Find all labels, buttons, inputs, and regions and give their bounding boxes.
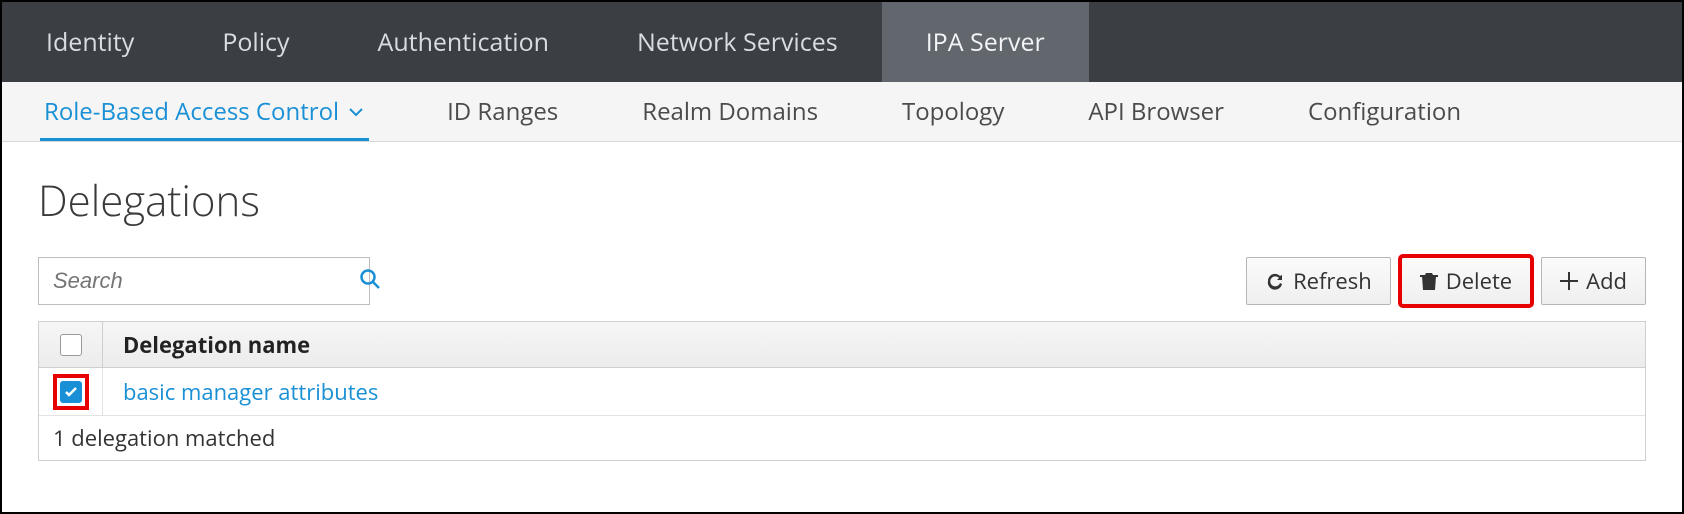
subnav-realm-domains[interactable]: Realm Domains [600,82,860,141]
table-footer: 1 delegation matched [39,416,1645,460]
search-input[interactable] [39,258,359,304]
nav-network-services[interactable]: Network Services [593,2,882,82]
row-checkbox-cell [39,368,103,415]
subnav-id-ranges[interactable]: ID Ranges [405,82,600,141]
table-row: basic manager attributes [39,368,1645,416]
delete-label: Delete [1446,266,1512,296]
plus-icon [1560,272,1578,290]
subnav-api-browser[interactable]: API Browser [1046,82,1266,141]
nav-identity[interactable]: Identity [2,2,178,82]
page-title: Delegations [38,172,1646,229]
select-all-checkbox[interactable] [60,334,82,356]
refresh-label: Refresh [1293,266,1372,296]
table-header: Delegation name [39,322,1645,368]
subnav-rbac-label: Role-Based Access Control [44,95,339,128]
refresh-icon [1265,271,1285,291]
primary-nav: Identity Policy Authentication Network S… [2,2,1682,82]
delete-button[interactable]: Delete [1401,257,1531,305]
search-icon [359,268,381,295]
refresh-button[interactable]: Refresh [1246,257,1391,305]
trash-icon [1420,271,1438,291]
delegations-table: Delegation name basic manager attributes… [38,321,1646,461]
delegation-link[interactable]: basic manager attributes [103,368,1645,415]
nav-ipa-server[interactable]: IPA Server [882,2,1089,82]
secondary-nav: Role-Based Access Control ID Ranges Real… [2,82,1682,142]
action-buttons: Refresh Delete Add [1246,257,1646,305]
subnav-rbac[interactable]: Role-Based Access Control [2,82,405,141]
add-label: Add [1586,266,1627,296]
subnav-configuration[interactable]: Configuration [1266,82,1503,141]
nav-authentication[interactable]: Authentication [334,2,593,82]
row-checkbox-highlight [57,378,85,406]
subnav-topology[interactable]: Topology [860,82,1046,141]
chevron-down-icon [349,107,363,117]
content-area: Delegations Refresh Delete [2,142,1682,481]
row-checkbox[interactable] [60,381,82,403]
header-checkbox-cell [39,322,103,367]
add-button[interactable]: Add [1541,257,1646,305]
search-button[interactable] [359,258,381,304]
nav-policy[interactable]: Policy [178,2,333,82]
toolbar: Refresh Delete Add [38,257,1646,305]
search-box [38,257,370,305]
header-delegation-name[interactable]: Delegation name [103,322,1645,367]
